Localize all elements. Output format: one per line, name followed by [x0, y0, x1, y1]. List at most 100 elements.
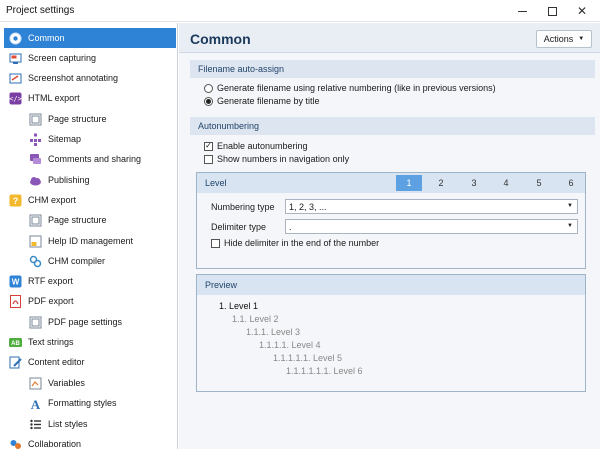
sidebar-item-label: Help ID management [48, 236, 134, 246]
gear-icon [8, 31, 22, 45]
filename-relative-option[interactable]: Generate filename using relative numberi… [204, 83, 496, 93]
sidebar-item-screen-capturing[interactable]: Screen capturing [4, 48, 176, 68]
filename-title-option[interactable]: Generate filename by title [204, 96, 320, 106]
checkbox-label: Enable autonumbering [217, 141, 308, 151]
sidebar-item-html-export[interactable]: </> HTML export [4, 88, 176, 108]
html-icon: </> [8, 91, 22, 105]
show-numbers-nav-checkbox[interactable] [204, 154, 213, 164]
maximize-icon [547, 6, 557, 16]
sidebar-item-comments-and-sharing[interactable]: Comments and sharing [24, 149, 176, 169]
page-title: Common [190, 31, 251, 47]
sidebar-item-publishing[interactable]: Publishing [24, 170, 176, 190]
numbering-type-value: 1, 2, 3, ... [289, 201, 327, 212]
variables-icon [28, 376, 42, 390]
settings-main-panel: Common Actions ▼ Filename auto-assign Ge… [179, 23, 600, 449]
delimiter-type-label: Delimiter type [211, 222, 267, 232]
hide-delimiter-option[interactable]: Hide delimiter in the end of the number [211, 238, 379, 248]
enable-autonumbering-option[interactable]: ✓ Enable autonumbering [204, 141, 308, 151]
sidebar-item-label: PDF export [28, 296, 74, 306]
level-tab-1[interactable]: 1 [396, 175, 422, 191]
screen-capture-icon [8, 51, 22, 65]
sidebar-item-list-styles[interactable]: List styles [24, 414, 176, 434]
actions-button-label: Actions [543, 34, 574, 44]
close-icon: ✕ [576, 4, 588, 18]
delimiter-type-select[interactable]: . ▼ [285, 219, 578, 234]
collaboration-icon [8, 437, 22, 449]
checkbox-label: Show numbers in navigation only [217, 154, 350, 164]
preview-box: Preview 1. Level 1 1.1. Level 2 1.1.1. L… [196, 274, 586, 392]
radio-relative-numbering[interactable] [204, 83, 213, 93]
sidebar-item-label: List styles [48, 419, 88, 429]
chevron-down-icon: ▼ [567, 203, 573, 209]
delimiter-type-value: . [289, 221, 292, 232]
sidebar-item-chm-compiler[interactable]: CHM compiler [24, 251, 176, 271]
sidebar-item-chm-export[interactable]: ? CHM export [4, 190, 176, 210]
enable-autonumbering-checkbox[interactable]: ✓ [204, 141, 213, 151]
sidebar-item-common[interactable]: Common [4, 28, 176, 48]
sidebar-item-pdf-export[interactable]: PDF export [4, 291, 176, 311]
maximize-button[interactable] [537, 0, 567, 22]
compiler-icon [28, 254, 42, 268]
numbering-type-label: Numbering type [211, 202, 275, 212]
annotate-icon [8, 71, 22, 85]
sidebar-item-label: Publishing [48, 175, 90, 185]
checkbox-label: Hide delimiter in the end of the number [224, 238, 380, 248]
preview-line-6: 1.1.1.1.1.1. Level 6 [286, 366, 363, 376]
sidebar-item-chm-page-structure[interactable]: Page structure [24, 210, 176, 230]
hide-delimiter-checkbox[interactable] [211, 238, 220, 248]
sitemap-icon [28, 132, 42, 146]
window-titlebar: Project settings ✕ [0, 0, 600, 22]
sidebar-item-help-id-management[interactable]: Help ID management [24, 231, 176, 251]
sidebar-item-label: CHM compiler [48, 256, 106, 266]
preview-header: Preview [197, 275, 585, 295]
svg-text:A: A [30, 397, 40, 410]
sidebar-item-label: Screenshot annotating [28, 73, 119, 83]
sidebar-item-label: Page structure [48, 215, 107, 225]
sidebar-item-pdf-page-settings[interactable]: PDF page settings [24, 312, 176, 332]
filename-section-header: Filename auto-assign [190, 60, 595, 78]
level-tab-6[interactable]: 6 [558, 175, 584, 191]
level-settings-box: Level 1 2 3 4 5 6 Numbering type 1, 2, 3… [196, 172, 586, 269]
sidebar-item-label: Variables [48, 378, 85, 388]
minimize-button[interactable] [507, 0, 537, 22]
level-tab-4[interactable]: 4 [493, 175, 519, 191]
sidebar-item-label: RTF export [28, 276, 73, 286]
sidebar-item-label: Content editor [28, 357, 85, 367]
autonumbering-section-title: Autonumbering [198, 121, 260, 131]
svg-text:?: ? [12, 196, 18, 206]
show-numbers-nav-option[interactable]: Show numbers in navigation only [204, 154, 349, 164]
sidebar-item-content-editor[interactable]: Content editor [4, 352, 176, 372]
main-header: Common Actions ▼ [179, 23, 600, 53]
formatting-styles-icon: A [28, 396, 42, 410]
sidebar-item-text-strings[interactable]: AB Text strings [4, 332, 176, 352]
level-tab-5[interactable]: 5 [526, 175, 552, 191]
sidebar-item-html-page-structure[interactable]: Page structure [24, 109, 176, 129]
sidebar-item-formatting-styles[interactable]: A Formatting styles [24, 393, 176, 413]
page-structure-icon [28, 213, 42, 227]
preview-label: Preview [205, 280, 238, 290]
level-tab-3[interactable]: 3 [461, 175, 487, 191]
chm-icon: ? [8, 193, 22, 207]
sidebar-item-label: Sitemap [48, 134, 82, 144]
actions-button[interactable]: Actions ▼ [536, 30, 592, 48]
preview-line-2: 1.1. Level 2 [232, 314, 279, 324]
level-header: Level 1 2 3 4 5 6 [197, 173, 585, 193]
sidebar-item-screenshot-annotating[interactable]: Screenshot annotating [4, 68, 176, 88]
sidebar-item-collaboration[interactable]: Collaboration [4, 434, 176, 449]
sidebar-item-sitemap[interactable]: Sitemap [24, 129, 176, 149]
numbering-type-select[interactable]: 1, 2, 3, ... ▼ [285, 199, 578, 214]
page-settings-icon [28, 315, 42, 329]
sidebar-item-rtf-export[interactable]: W RTF export [4, 271, 176, 291]
level-tab-2[interactable]: 2 [428, 175, 454, 191]
sidebar-item-label: Common [28, 33, 65, 43]
svg-text:W: W [11, 277, 19, 286]
window-title: Project settings [6, 5, 75, 16]
page-structure-icon [28, 112, 42, 126]
pdf-icon [8, 294, 22, 308]
sidebar-item-variables[interactable]: Variables [24, 373, 176, 393]
radio-by-title[interactable] [204, 96, 213, 106]
close-button[interactable]: ✕ [567, 0, 597, 22]
svg-text:</>: </> [9, 95, 22, 103]
sidebar-item-label: Collaboration [28, 439, 82, 449]
chevron-down-icon: ▼ [567, 223, 573, 229]
